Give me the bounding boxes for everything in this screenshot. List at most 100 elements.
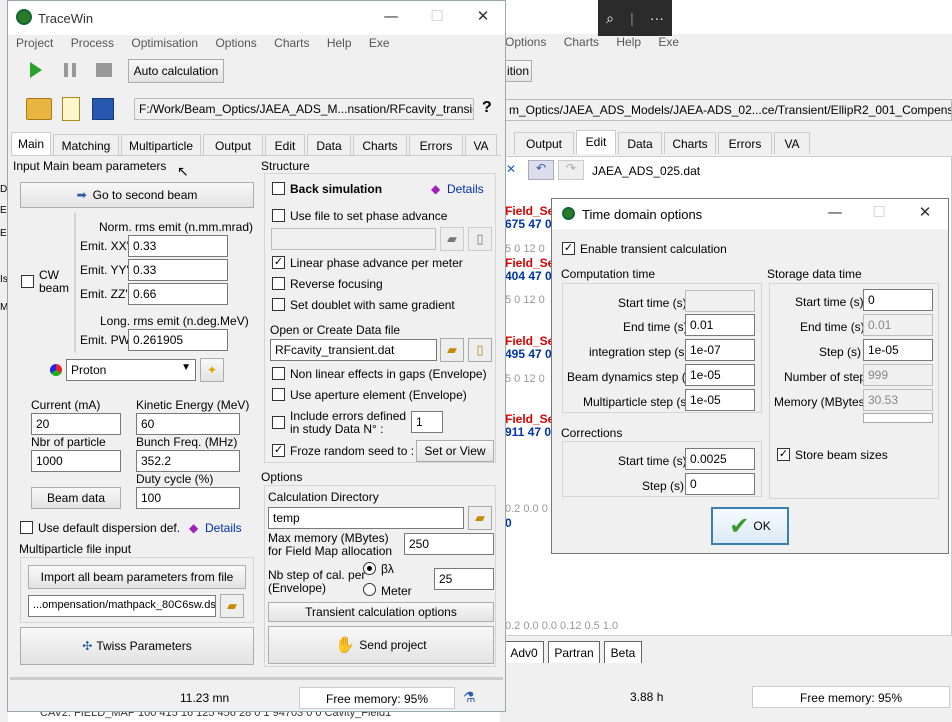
enable-transient-checkbox[interactable]: ✓ [562, 242, 575, 255]
status-action-icon[interactable]: ⚗ [463, 689, 476, 706]
reverse-focus-checkbox[interactable] [272, 277, 285, 290]
auto-calculation-button[interactable]: Auto calculation [128, 59, 224, 83]
s-start-input[interactable]: 0 [863, 289, 933, 311]
tab-multiparticle[interactable]: Multiparticle [121, 134, 201, 156]
emit-xx-input[interactable]: 0.33 [128, 235, 228, 257]
mp-file-path[interactable]: ...ompensation/mathpack_80C6sw.dst [28, 595, 216, 617]
froze-seed-checkbox[interactable]: ✓ [272, 444, 285, 457]
cursor-icon[interactable]: ✕ [506, 162, 516, 176]
calc-dir-browse[interactable]: ▰ [468, 506, 492, 530]
more-options-icon[interactable]: ··· [650, 10, 664, 26]
set-or-view-button[interactable]: Set or View [416, 440, 494, 462]
back-tab-data[interactable]: Data [618, 132, 662, 154]
back-toolbar-button[interactable]: ition [504, 60, 532, 82]
back-menu-help[interactable]: Help [616, 35, 641, 49]
data-file-open[interactable]: ▰ [440, 338, 464, 362]
cw-beam-checkbox[interactable] [21, 275, 34, 288]
project-path-field[interactable]: F:/Work/Beam_Optics/JAEA_ADS_M...nsation… [134, 98, 474, 120]
dark-overlay-toolbar[interactable]: ⌕ | ··· [598, 0, 672, 36]
current-input[interactable]: 20 [31, 413, 121, 435]
int-step-input[interactable]: 1e-07 [685, 339, 755, 361]
menu-charts[interactable]: Charts [274, 36, 309, 50]
undo-icon[interactable]: ↶ [528, 160, 554, 180]
bunch-freq-input[interactable]: 352.2 [136, 450, 240, 472]
transient-options-button[interactable]: Transient calculation options [268, 602, 494, 622]
corr-step-input[interactable]: 0 [685, 473, 755, 495]
data-file-field[interactable]: RFcavity_transient.dat [270, 339, 437, 361]
bd-step-input[interactable]: 1e-05 [685, 364, 755, 386]
tab-va[interactable]: VA [465, 134, 497, 156]
dialog-maximize-icon[interactable]: ☐ [864, 203, 894, 221]
menu-optimisation[interactable]: Optimisation [131, 36, 198, 50]
ke-input[interactable]: 60 [136, 413, 240, 435]
beam-data-button[interactable]: Beam data [31, 487, 121, 509]
import-all-button[interactable]: Import all beam parameters from file [28, 565, 246, 589]
emit-pw-input[interactable]: 0.261905 [128, 329, 228, 351]
close-icon[interactable]: ✕ [468, 7, 498, 25]
particle-action-button[interactable]: ✦ [200, 358, 224, 382]
tab-data[interactable]: Data [307, 134, 351, 156]
end-time-input[interactable]: 0.01 [685, 314, 755, 336]
help-icon[interactable]: ? [482, 99, 492, 117]
back-tab-va[interactable]: VA [774, 132, 810, 154]
twiss-parameters-button[interactable]: ✣ Twiss Parameters [20, 627, 254, 665]
back-tab-errors[interactable]: Errors [718, 132, 772, 154]
back-tab-charts[interactable]: Charts [664, 132, 716, 154]
back-menu-options[interactable]: Options [505, 35, 546, 49]
tab-matching[interactable]: Matching [53, 134, 119, 156]
open-folder-icon[interactable] [26, 98, 52, 120]
calc-dir-input[interactable]: temp [268, 507, 464, 529]
details-link-2[interactable]: Details [447, 182, 484, 196]
main-hscroll[interactable] [10, 677, 503, 680]
menu-options[interactable]: Options [215, 36, 256, 50]
tab-main[interactable]: Main [11, 132, 51, 156]
s-step-input[interactable]: 1e-05 [863, 339, 933, 361]
maximize-icon[interactable]: ☐ [422, 7, 452, 25]
tab-edit[interactable]: Edit [265, 134, 305, 156]
save-icon[interactable] [92, 98, 114, 120]
new-file-icon[interactable] [62, 97, 80, 121]
ok-button[interactable]: ✔ OK [711, 507, 789, 545]
menu-help[interactable]: Help [327, 36, 352, 50]
tab-output[interactable]: Output [203, 134, 263, 156]
dialog-minimize-icon[interactable]: — [820, 203, 850, 221]
aperture-checkbox[interactable] [272, 388, 285, 401]
back-tab-edit[interactable]: Edit [576, 130, 616, 154]
send-project-button[interactable]: ✋ Send project [268, 626, 494, 664]
back-tab-adv0[interactable]: Adv0 [504, 641, 544, 663]
beta-lambda-radio[interactable] [363, 562, 376, 575]
play-icon[interactable] [30, 62, 42, 78]
data-file-new[interactable]: ▯ [468, 338, 492, 362]
back-tab-output[interactable]: Output [514, 132, 574, 154]
nonlinear-checkbox[interactable] [272, 367, 285, 380]
minimize-icon[interactable]: — [376, 7, 406, 25]
nb-step-input[interactable]: 25 [434, 568, 494, 590]
back-tab-beta[interactable]: Beta [604, 641, 642, 663]
default-dispersion-checkbox[interactable] [20, 521, 33, 534]
back-tab-partran[interactable]: Partran [548, 641, 600, 663]
include-errors-checkbox[interactable] [272, 416, 285, 429]
go-second-beam-button[interactable]: ➡ Go to second beam [20, 182, 254, 208]
menu-exe[interactable]: Exe [369, 36, 390, 50]
stop-icon[interactable] [96, 63, 112, 77]
use-file-phase-checkbox[interactable] [272, 209, 285, 222]
store-beam-checkbox[interactable]: ✓ [777, 448, 790, 461]
back-menu-charts[interactable]: Charts [564, 35, 599, 49]
menu-project[interactable]: Project [16, 36, 53, 50]
duty-cycle-input[interactable]: 100 [136, 487, 240, 509]
set-doublet-checkbox[interactable] [272, 298, 285, 311]
details-link-1[interactable]: Details [205, 521, 242, 535]
mp-file-browse[interactable]: ▰ [220, 594, 244, 618]
back-path-field[interactable]: m_Optics/JAEA_ADS_Models/JAEA-ADS_02...c… [504, 99, 952, 121]
back-sim-checkbox[interactable] [272, 182, 285, 195]
meter-radio[interactable] [363, 583, 376, 596]
menu-process[interactable]: Process [71, 36, 114, 50]
emit-zz-input[interactable]: 0.66 [128, 283, 228, 305]
tab-errors[interactable]: Errors [409, 134, 463, 156]
pause-icon[interactable] [64, 63, 76, 77]
nbr-particle-input[interactable]: 1000 [31, 450, 121, 472]
particle-select[interactable]: Proton ▼ [66, 359, 196, 381]
study-n-input[interactable]: 1 [411, 411, 443, 433]
redo-icon[interactable]: ↷ [558, 160, 584, 180]
back-menu-exe[interactable]: Exe [658, 35, 679, 49]
